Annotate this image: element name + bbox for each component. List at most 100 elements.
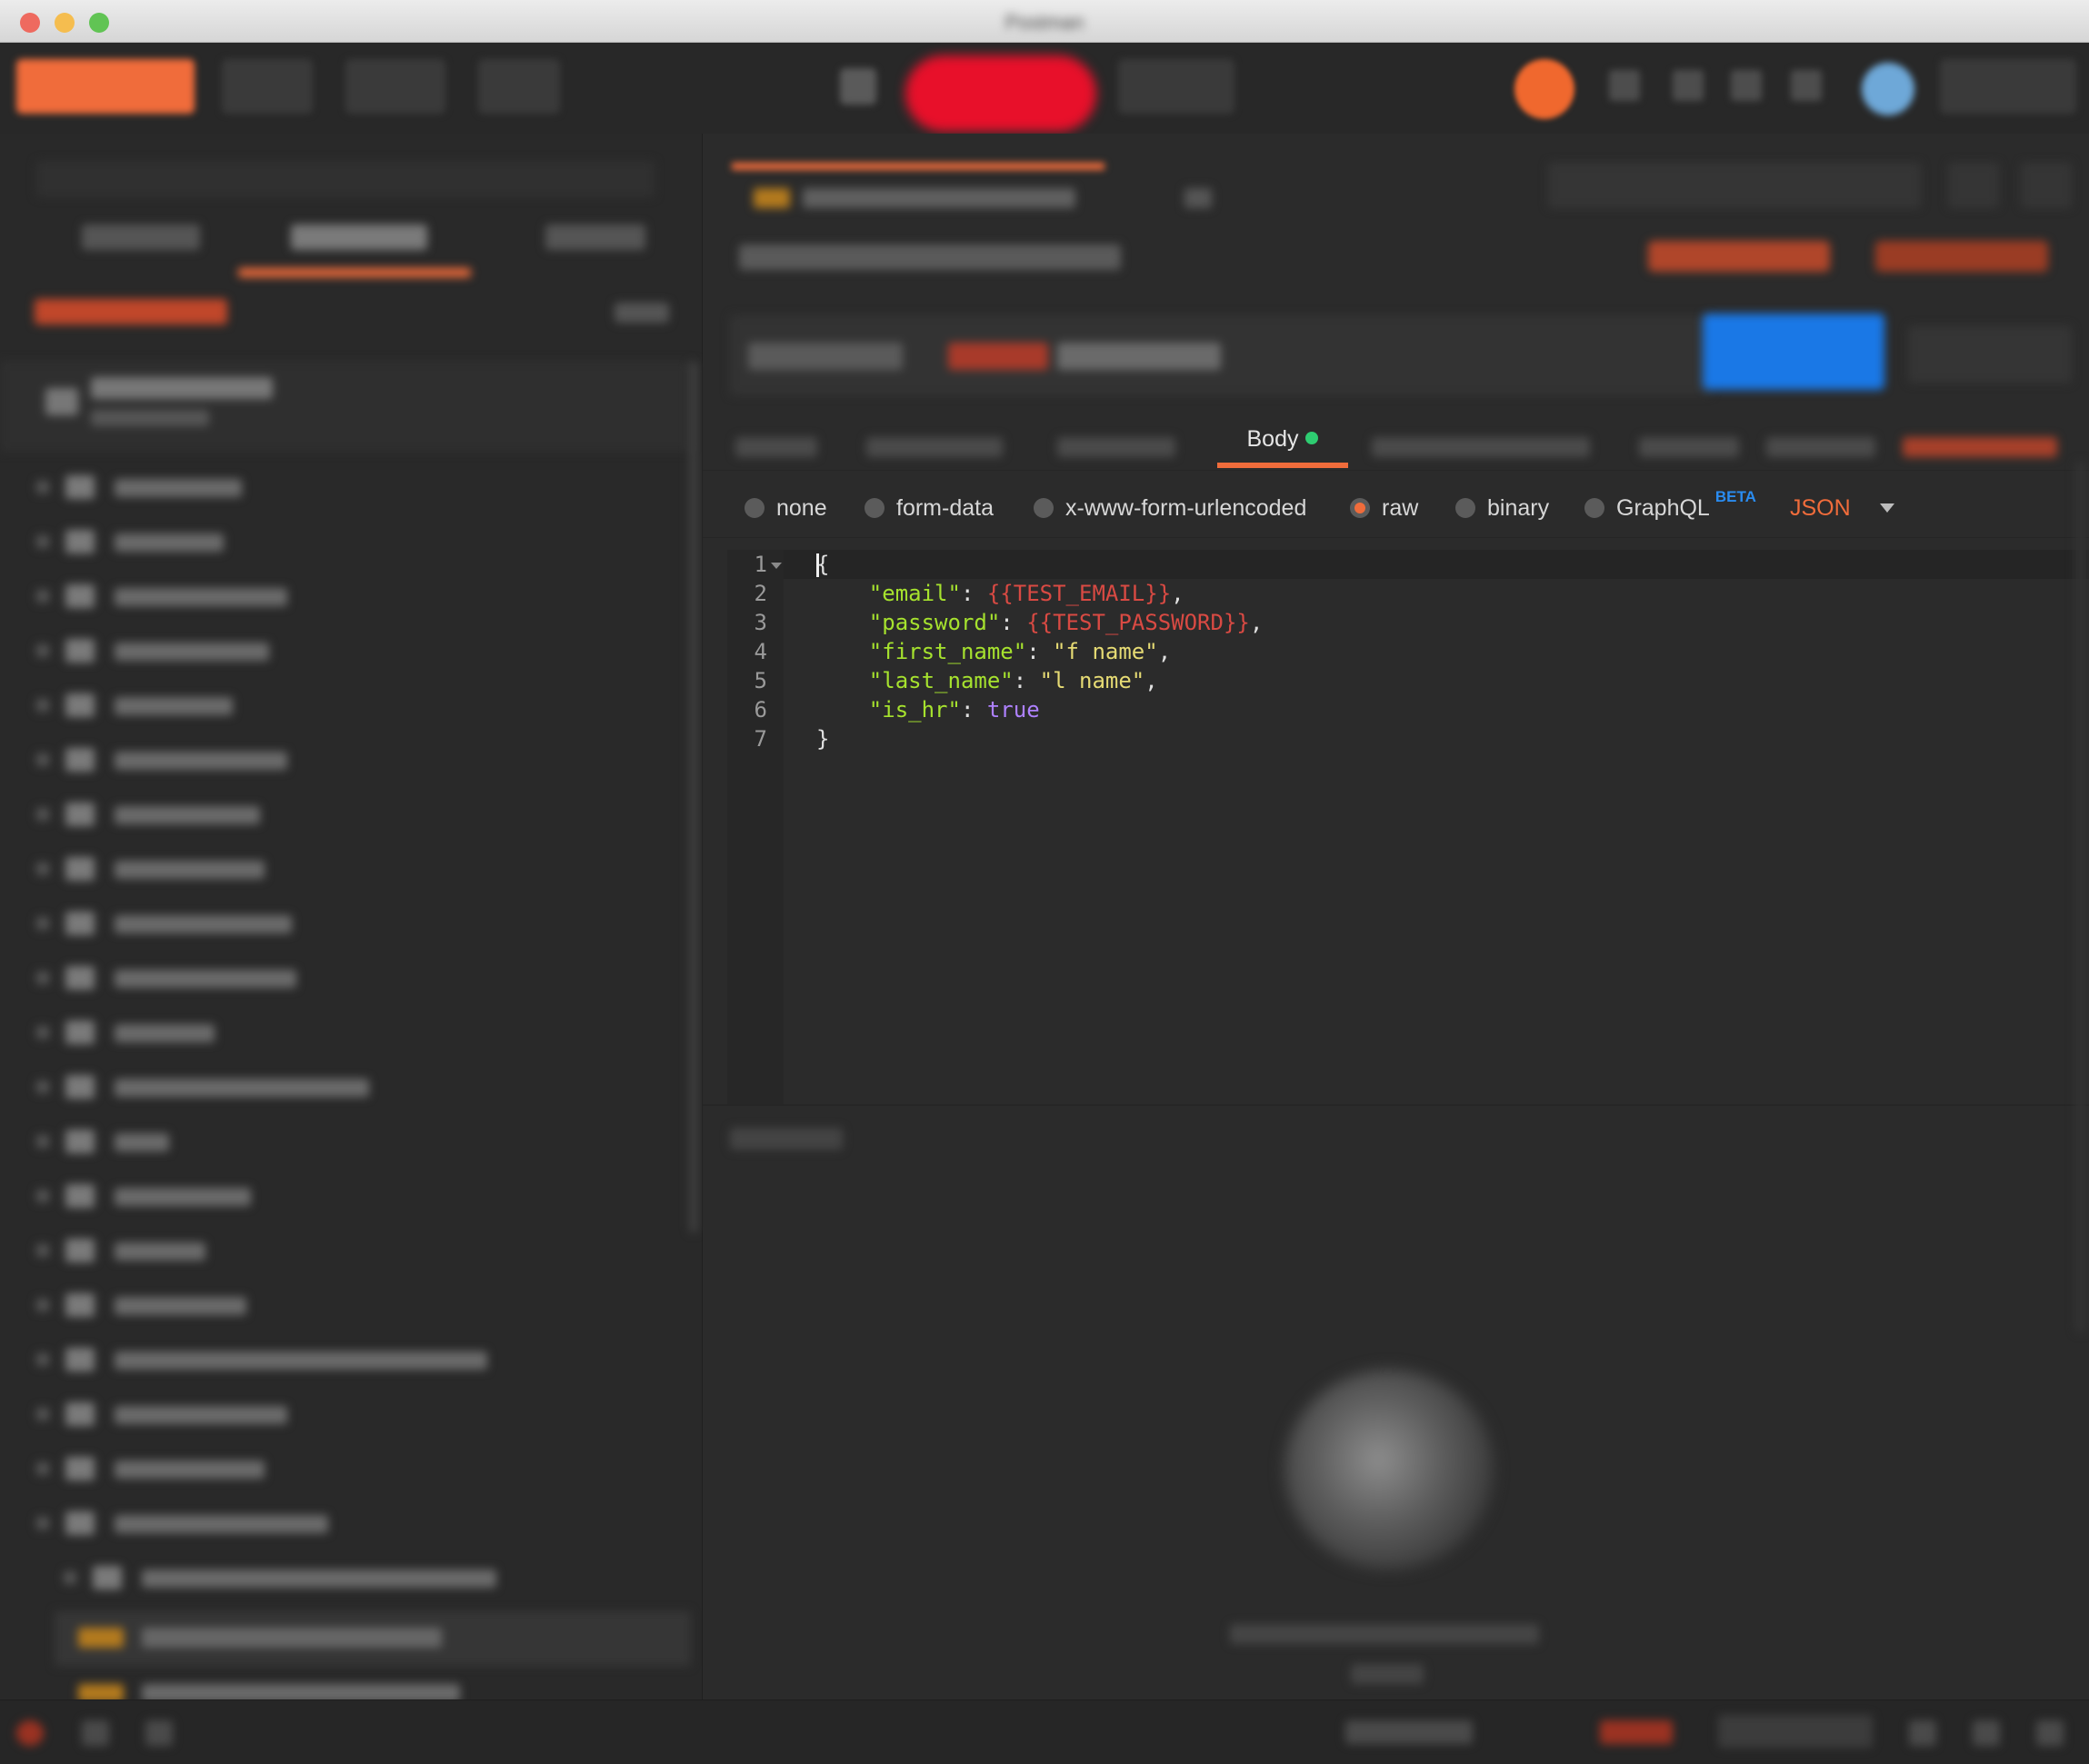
workspace-selector[interactable] [905, 55, 1096, 132]
sidebar-search-input[interactable] [36, 161, 655, 197]
radio-selected-icon[interactable] [1350, 498, 1370, 518]
tab-collections[interactable] [291, 224, 427, 250]
url-bar[interactable] [730, 315, 1712, 395]
code-token: "f name" [1053, 639, 1158, 664]
invite-button[interactable] [1118, 59, 1234, 114]
examples-link[interactable] [1875, 241, 2048, 272]
cookies-link[interactable] [1903, 437, 2057, 457]
settings-icon[interactable] [1673, 70, 1704, 101]
code-token: {{TEST_PASSWORD}} [1026, 610, 1250, 635]
tab-pre-request-script[interactable] [1372, 437, 1590, 457]
folder-icon [65, 1293, 95, 1317]
layout-icon[interactable] [1909, 1720, 1936, 1746]
response-illustration [1284, 1370, 1494, 1570]
folder-icon [93, 1566, 122, 1590]
radio-icon[interactable] [1034, 498, 1054, 518]
trash-button[interactable] [615, 303, 669, 323]
request-tabs: Body [703, 415, 2089, 471]
code-token: : [1000, 610, 1027, 635]
radio-icon[interactable] [745, 498, 765, 518]
body-option-urlencoded[interactable]: x-www-form-urlencoded [1034, 492, 1306, 524]
send-button[interactable] [1703, 314, 1884, 390]
tab-settings[interactable] [1766, 437, 1875, 457]
browse-button[interactable] [1718, 1715, 1873, 1748]
option-label: none [776, 494, 827, 521]
tab-params[interactable] [735, 437, 817, 457]
comments-link[interactable] [1648, 241, 1830, 272]
bootcamp-link[interactable] [1345, 1720, 1473, 1744]
list-item-selected[interactable] [55, 1611, 691, 1666]
tab-active-indicator [1217, 463, 1348, 468]
code-token: "email" [868, 581, 961, 606]
pane-divider[interactable] [703, 1104, 2089, 1106]
code-token: "password" [868, 610, 1001, 635]
capture-icon[interactable] [1609, 70, 1640, 101]
notifications-icon[interactable] [1731, 70, 1762, 101]
runner-button[interactable] [345, 59, 445, 114]
radio-icon[interactable] [1584, 498, 1604, 518]
folder-icon [65, 639, 95, 663]
code-token: , [1249, 610, 1264, 635]
line-number: 4 [754, 639, 767, 664]
folder-icon [65, 693, 95, 717]
option-label: form-data [896, 494, 994, 521]
url-variable [948, 343, 1048, 370]
body-option-graphql[interactable]: GraphQL BETA [1584, 488, 1756, 524]
body-option-form-data[interactable]: form-data [865, 492, 994, 524]
import-button[interactable] [222, 59, 313, 114]
folder-icon [65, 1511, 95, 1535]
save-button[interactable] [1908, 326, 2072, 383]
sync-status-icon[interactable] [1514, 59, 1574, 119]
upgrade-button[interactable] [1940, 59, 2076, 114]
language-select[interactable]: JSON [1790, 492, 1894, 524]
tab-tests[interactable] [1639, 437, 1739, 457]
code-token: "is_hr" [868, 697, 961, 723]
code-editor[interactable]: 1234567 { "email": {{TEST_EMAIL}}, "pass… [727, 550, 2089, 1104]
new-window-button[interactable] [478, 59, 560, 114]
tab-headers[interactable] [1057, 437, 1175, 457]
new-collection-button[interactable] [35, 299, 227, 324]
gear-icon[interactable] [2021, 163, 2072, 208]
console-icon[interactable] [145, 1720, 173, 1746]
add-tab-icon [1184, 188, 1212, 208]
chevron-down-icon[interactable] [771, 563, 782, 569]
radio-icon[interactable] [1455, 498, 1475, 518]
request-tab[interactable] [730, 161, 1212, 215]
radio-icon[interactable] [865, 498, 885, 518]
body-option-raw[interactable]: raw [1350, 492, 1418, 524]
active-line-highlight [784, 550, 2089, 579]
tab-history[interactable] [82, 224, 200, 250]
tab-authorization[interactable] [866, 437, 1003, 457]
sync-icon[interactable] [840, 68, 876, 105]
tab-apis[interactable] [545, 224, 645, 250]
url-path [1057, 343, 1221, 370]
build-link[interactable] [1600, 1720, 1673, 1744]
tab-body-label: Body [1246, 426, 1299, 452]
collection-header[interactable] [0, 361, 691, 452]
environment-select[interactable] [1548, 163, 1921, 208]
line-number: 2 [754, 581, 767, 606]
help-icon[interactable] [2036, 1720, 2064, 1746]
code-token: : [960, 581, 987, 606]
folder-icon [65, 475, 95, 499]
new-button[interactable] [16, 59, 195, 114]
search-icon[interactable] [82, 1720, 109, 1746]
keyboard-icon[interactable] [1973, 1720, 2000, 1746]
method-select[interactable] [748, 343, 903, 370]
option-label: x-www-form-urlencoded [1065, 494, 1307, 521]
heart-icon[interactable] [1791, 70, 1822, 101]
status-dot [1305, 432, 1319, 445]
eye-icon[interactable] [1948, 163, 1999, 208]
body-option-binary[interactable]: binary [1455, 492, 1549, 524]
avatar[interactable] [1862, 63, 1914, 115]
status-bar [0, 1664, 2089, 1764]
folder-icon [65, 857, 95, 881]
code-token: "l name" [1039, 668, 1145, 693]
body-option-none[interactable]: none [745, 492, 827, 524]
sidebar-scrollbar[interactable] [689, 361, 698, 1233]
tab-body[interactable]: Body [1217, 415, 1348, 470]
error-icon[interactable] [16, 1720, 44, 1746]
main-scrollbar[interactable] [2075, 461, 2086, 1333]
